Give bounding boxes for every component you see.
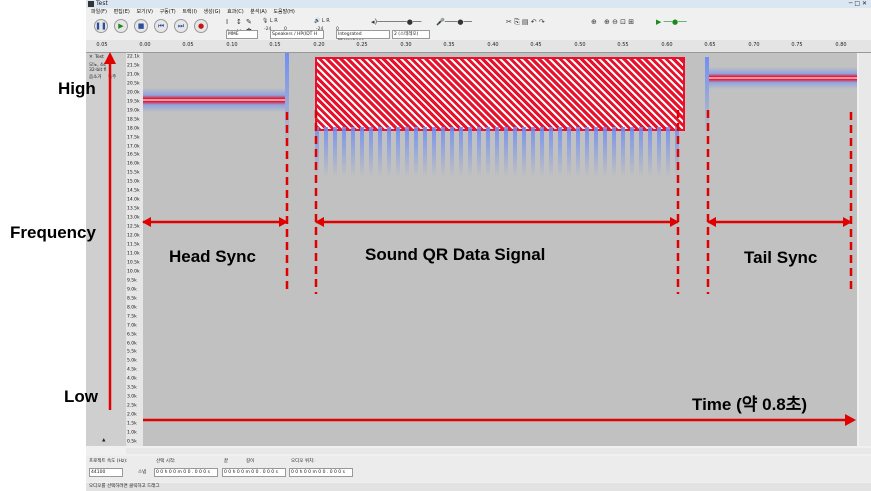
- time-arrowhead: [845, 414, 856, 426]
- time-label: Time (약 0.8초): [692, 395, 808, 414]
- arrowhead: [142, 217, 151, 227]
- head-sync-label: Head Sync: [169, 247, 256, 266]
- data-signal-label: Sound QR Data Signal: [365, 245, 546, 264]
- frequency-label: Frequency: [10, 223, 96, 242]
- frequency-arrowhead: [104, 52, 116, 64]
- low-label: Low: [64, 387, 98, 406]
- high-label: High: [58, 79, 96, 98]
- tail-sync-label: Tail Sync: [744, 248, 818, 267]
